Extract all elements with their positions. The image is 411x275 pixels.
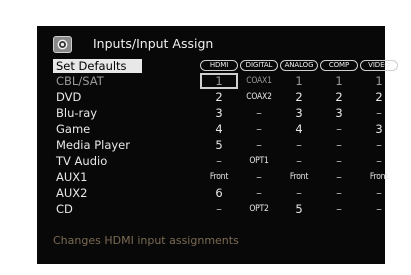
assign-cell-video[interactable]: – bbox=[360, 154, 398, 169]
assign-cell-digital[interactable]: – bbox=[240, 138, 278, 153]
assign-cell-video[interactable]: 3 bbox=[360, 122, 398, 137]
input-row[interactable]: AUX1 Front – Front – Front bbox=[53, 170, 388, 185]
input-source-label: CBL/SAT bbox=[56, 74, 104, 88]
assign-cell-digital[interactable]: – bbox=[240, 186, 278, 201]
assign-cell-hdmi[interactable]: Front bbox=[200, 170, 238, 185]
assign-cell-hdmi[interactable]: 2 bbox=[200, 90, 238, 105]
input-source-label: Media Player bbox=[56, 138, 130, 152]
assign-cell-video[interactable]: 2 bbox=[360, 90, 398, 105]
assign-cell-analog[interactable]: 2 bbox=[280, 90, 318, 105]
page-title: Inputs/Input Assign bbox=[93, 36, 214, 51]
assign-cell-hdmi[interactable]: 3 bbox=[200, 106, 238, 121]
assign-cell-analog[interactable]: 3 bbox=[280, 106, 318, 121]
input-source-label: DVD bbox=[56, 90, 82, 104]
column-header-digital: DIGITAL bbox=[240, 60, 278, 71]
column-header-analog: ANALOG bbox=[280, 60, 318, 71]
column-header-hdmi: HDMI bbox=[200, 60, 238, 71]
assign-cell-digital[interactable]: COAX2 bbox=[240, 90, 278, 105]
input-row[interactable]: AUX2 6– – – – bbox=[53, 186, 382, 201]
input-row[interactable]: CBL/SAT 1 COAX1 1 1 1 bbox=[53, 73, 383, 89]
input-source-label: Blu-ray bbox=[56, 106, 98, 120]
assign-cell-hdmi[interactable]: 6 bbox=[200, 186, 238, 201]
assign-cell-comp[interactable]: 3 bbox=[320, 106, 358, 121]
assign-cell-video[interactable]: – bbox=[360, 106, 398, 121]
input-source-label: AUX1 bbox=[56, 170, 88, 184]
assign-cell-comp[interactable]: 1 bbox=[320, 74, 358, 89]
column-header-comp: COMP bbox=[320, 60, 358, 71]
assign-cell-digital[interactable]: OPT2 bbox=[240, 202, 278, 217]
assign-cell-analog[interactable]: Front bbox=[280, 170, 318, 185]
assign-cell-hdmi[interactable]: 5 bbox=[200, 138, 238, 153]
assign-cell-video[interactable]: – bbox=[360, 186, 398, 201]
assign-cell-video[interactable]: 1 bbox=[360, 74, 398, 89]
assign-cell-digital[interactable]: COAX1 bbox=[240, 74, 278, 89]
input-source-label: TV Audio bbox=[56, 154, 108, 168]
header-row: Set Defaults HDMI DIGITAL ANALOG COMP VI… bbox=[53, 59, 398, 74]
input-row[interactable]: DVD 2 COAX2 2 2 2 bbox=[53, 90, 383, 105]
input-row[interactable]: Blu-ray 3–3 3– bbox=[53, 106, 382, 121]
assign-cell-analog[interactable]: – bbox=[280, 186, 318, 201]
assign-cell-analog[interactable]: – bbox=[280, 138, 318, 153]
assign-cell-digital[interactable]: OPT1 bbox=[240, 154, 278, 169]
assign-cell-comp[interactable]: – bbox=[320, 138, 358, 153]
input-source-label: Game bbox=[56, 122, 91, 136]
help-hint: Changes HDMI input assignments bbox=[53, 234, 239, 247]
assign-cell-analog[interactable]: 4 bbox=[280, 122, 318, 137]
input-row[interactable]: TV Audio – OPT1– – – bbox=[53, 154, 382, 169]
assign-cell-analog[interactable]: 1 bbox=[280, 74, 318, 89]
assign-cell-comp[interactable]: – bbox=[320, 170, 358, 185]
assign-cell-comp[interactable]: 2 bbox=[320, 90, 358, 105]
input-source-label: CD bbox=[56, 202, 73, 216]
assign-cell-video[interactable]: – bbox=[360, 202, 398, 217]
assign-cell-comp[interactable]: – bbox=[320, 122, 358, 137]
assign-cell-analog[interactable]: – bbox=[280, 154, 318, 169]
inputs-gear-icon bbox=[53, 36, 72, 53]
assign-cell-comp[interactable]: – bbox=[320, 202, 358, 217]
assign-cell-digital[interactable]: – bbox=[240, 122, 278, 137]
assign-cell-digital[interactable]: – bbox=[240, 106, 278, 121]
assign-cell-hdmi[interactable]: – bbox=[200, 202, 238, 217]
assign-cell-comp[interactable]: – bbox=[320, 186, 358, 201]
input-row[interactable]: Game 4–4–3 bbox=[53, 122, 383, 137]
column-header-video: VIDEO bbox=[360, 60, 398, 71]
assign-cell-video[interactable]: Front bbox=[360, 170, 398, 185]
set-defaults-button[interactable]: Set Defaults bbox=[53, 59, 142, 73]
assign-cell-hdmi[interactable]: 4 bbox=[200, 122, 238, 137]
input-row[interactable]: CD – OPT2 5– – bbox=[53, 202, 382, 217]
assign-cell-video[interactable]: – bbox=[360, 138, 398, 153]
input-row[interactable]: Media Player 5– – – – bbox=[53, 138, 382, 153]
assign-cell-comp[interactable]: – bbox=[320, 154, 358, 169]
assign-cell-hdmi[interactable]: – bbox=[200, 154, 238, 169]
assign-cell-analog[interactable]: 5 bbox=[280, 202, 318, 217]
screen: Inputs/Input Assign Set Defaults HDMI DI… bbox=[37, 26, 398, 264]
input-source-label: AUX2 bbox=[56, 186, 88, 200]
assign-cell-digital[interactable]: – bbox=[240, 170, 278, 185]
selection-cursor bbox=[200, 73, 238, 89]
